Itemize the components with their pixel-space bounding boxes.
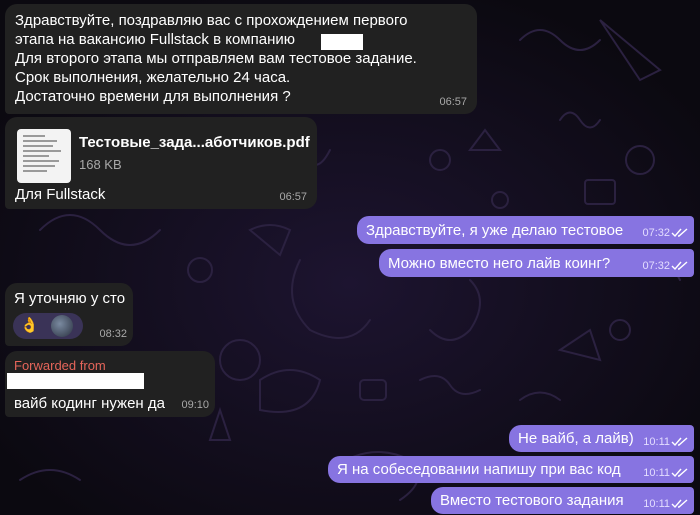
message-time: 06:57 [439,96,467,108]
message-text: Вместо тестового задания [440,492,624,509]
double-check-icon [671,437,688,447]
message-time: 07:32 [642,227,670,239]
message-line: Срок выполнения, желательно 24 часа. [15,69,291,86]
message-time: 10:11 [643,467,670,479]
message-time: 10:11 [643,436,670,448]
message-text: Здравствуйте, я уже делаю тестовое [366,222,624,239]
message-line: Достаточно времени для выполнения ? [15,88,291,105]
message-time: 09:10 [181,399,209,411]
file-caption: Для Fullstack [15,186,106,203]
reaction-pill[interactable]: 👌 [13,313,83,339]
outgoing-message-1[interactable]: Здравствуйте, я уже делаю тестовое 07:32 [357,216,694,244]
message-time: 08:32 [99,328,127,340]
double-check-icon [671,499,688,509]
avatar [51,315,73,337]
incoming-message-1[interactable]: Здравствуйте, поздравляю вас с прохожден… [5,4,477,114]
message-time: 06:57 [279,191,307,203]
incoming-message-2[interactable]: Я уточняю у сто 👌 08:32 [5,283,133,346]
message-text: Я на собеседовании напишу при вас код [337,461,621,478]
double-check-icon [671,228,688,238]
message-line: Здравствуйте, поздравляю вас с прохожден… [15,12,408,29]
outgoing-message-5[interactable]: Вместо тестового задания 10:11 [431,487,694,514]
message-text: вайб кодинг нужен да [14,395,165,412]
message-time: 07:32 [642,260,670,272]
message-line: Для второго этапа мы отправляем вам тест… [15,50,417,67]
message-time: 10:11 [643,498,670,510]
outgoing-message-4[interactable]: Я на собеседовании напишу при вас код 10… [328,456,694,483]
file-name[interactable]: Тестовые_зада...аботчиков.pdf [79,133,310,152]
redacted-sender-name [7,373,144,389]
forwarded-message[interactable]: Forwarded from вайб кодинг нужен да 09:1… [5,351,215,417]
outgoing-message-2[interactable]: Можно вместо него лайв коинг? 07:32 [379,249,694,277]
double-check-icon [671,468,688,478]
incoming-file-message[interactable]: Тестовые_зада...аботчиков.pdf 168 KB Для… [5,117,317,209]
message-text: Можно вместо него лайв коинг? [388,255,611,272]
outgoing-message-3[interactable]: Не вайб, а лайв) 10:11 [509,425,694,452]
file-size: 168 KB [79,157,122,172]
double-check-icon [671,261,688,271]
ok-hand-emoji: 👌 [20,317,39,334]
pdf-thumbnail[interactable] [17,129,71,183]
message-text: Не вайб, а лайв) [518,430,634,447]
message-text: Я уточняю у сто [14,290,126,307]
redacted-company-name [321,34,363,50]
